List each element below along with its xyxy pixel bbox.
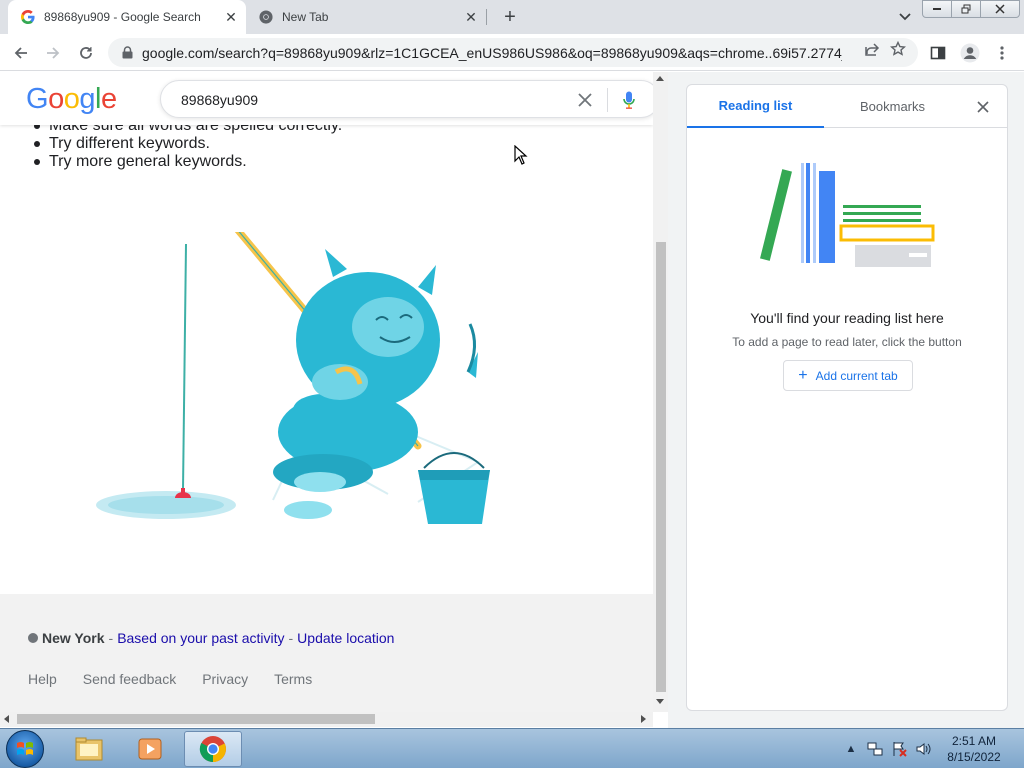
microphone-icon[interactable] <box>619 90 639 110</box>
tab-title: New Tab <box>282 10 329 24</box>
location-source-link[interactable]: Based on your past activity <box>117 630 284 646</box>
logo-letter: o <box>63 83 80 115</box>
side-panel-tabs: Reading list Bookmarks <box>687 85 1007 128</box>
search-box[interactable]: 89868yu909 <box>160 80 653 118</box>
update-location-link[interactable]: Update location <box>297 630 394 646</box>
browser-toolbar: google.com/search?q=89868yu909&rlz=1C1GC… <box>0 34 1024 71</box>
chrome-icon <box>199 736 226 763</box>
chrome-favicon-icon <box>258 9 274 25</box>
footer-link-terms[interactable]: Terms <box>274 671 312 687</box>
logo-letter: e <box>100 83 117 115</box>
google-header: Google 89868yu909 <box>0 72 653 125</box>
tab-new-tab[interactable]: New Tab ✕ <box>250 0 486 34</box>
add-current-tab-button[interactable]: + Add current tab <box>783 360 913 391</box>
location-line: New York - Based on your past activity -… <box>28 630 394 646</box>
logo-letter: G <box>26 83 49 115</box>
tab-bookmarks[interactable]: Bookmarks <box>824 85 961 128</box>
plus-icon: + <box>798 366 808 384</box>
search-suggestions: Make sure all words are spelled correctl… <box>33 117 342 171</box>
location-separator: - <box>108 630 114 646</box>
page-footer: New York - Based on your past activity -… <box>0 594 653 712</box>
url-text: google.com/search?q=89868yu909&rlz=1C1GC… <box>142 44 842 61</box>
start-button[interactable] <box>6 730 44 768</box>
chrome-taskbar-button[interactable] <box>184 731 242 767</box>
scroll-down-arrow-icon[interactable] <box>656 699 664 704</box>
close-tab-icon[interactable]: ✕ <box>460 6 482 28</box>
add-current-tab-label: Add current tab <box>815 368 898 383</box>
bookmark-star-icon[interactable] <box>890 41 906 57</box>
google-favicon-icon <box>20 9 36 25</box>
horizontal-scrollbar[interactable] <box>0 712 653 727</box>
windows-logo-icon <box>17 742 33 755</box>
vertical-scrollbar[interactable] <box>653 72 668 712</box>
footer-link-send-feedback[interactable]: Send feedback <box>83 671 176 687</box>
footer-link-help[interactable]: Help <box>28 671 57 687</box>
location-dot-icon <box>28 633 38 643</box>
show-hidden-icons-arrow-icon[interactable]: ▲ <box>843 741 859 757</box>
logo-letter: g <box>79 83 95 115</box>
horizontal-scroll-thumb[interactable] <box>17 714 375 724</box>
scroll-right-arrow-icon[interactable] <box>641 715 646 723</box>
clock-time: 2:51 AM <box>951 734 997 748</box>
location-name: New York <box>42 630 105 646</box>
folder-icon <box>75 737 103 761</box>
logo-letter: o <box>48 83 64 115</box>
reading-list-panel: Reading list Bookmarks You'll find your … <box>686 84 1008 711</box>
taskbar-clock[interactable]: 2:51 AM 8/15/2022 <box>940 733 1008 765</box>
action-center-flag-icon[interactable] <box>891 741 907 757</box>
reading-list-subtext: To add a page to read later, click the b… <box>732 335 962 349</box>
media-player-icon <box>138 738 162 760</box>
books-illustration <box>760 163 935 267</box>
footer-link-privacy[interactable]: Privacy <box>202 671 248 687</box>
back-arrow-icon[interactable] <box>8 40 34 66</box>
media-player-button[interactable] <box>121 731 179 767</box>
close-side-panel-icon[interactable] <box>973 97 993 117</box>
page-viewport: Google 89868yu909 Make sure all words ar… <box>0 72 653 712</box>
restore-button[interactable] <box>951 0 981 18</box>
footer-links: Help Send feedback Privacy Terms <box>28 671 338 687</box>
mouse-pointer-icon <box>514 145 528 165</box>
reading-list-heading: You'll find your reading list here <box>750 310 944 326</box>
tab-search-chevron-icon[interactable] <box>894 6 916 28</box>
share-icon[interactable] <box>864 41 880 57</box>
reload-icon[interactable] <box>73 40 99 66</box>
list-item: Try more general keywords. <box>33 153 342 171</box>
clear-search-icon[interactable] <box>575 90 595 110</box>
fishing-monster-illustration <box>96 232 490 524</box>
volume-speaker-icon[interactable] <box>915 741 931 757</box>
scroll-up-arrow-icon[interactable] <box>656 76 664 81</box>
search-divider <box>607 88 608 112</box>
network-icon[interactable] <box>867 741 883 757</box>
location-separator: - <box>288 630 294 646</box>
forward-arrow-icon[interactable] <box>40 40 66 66</box>
close-window-button[interactable] <box>980 0 1020 18</box>
address-bar[interactable]: google.com/search?q=89868yu909&rlz=1C1GC… <box>108 38 918 67</box>
close-tab-icon[interactable]: ✕ <box>220 6 242 28</box>
google-logo[interactable]: Google <box>26 83 117 116</box>
scroll-left-arrow-icon[interactable] <box>4 715 9 723</box>
menu-kebab-icon[interactable] <box>989 40 1015 66</box>
tab-separator <box>486 9 487 25</box>
side-panel-icon[interactable] <box>925 40 951 66</box>
tab-title: 89868yu909 - Google Search <box>44 10 201 24</box>
vertical-scroll-thumb[interactable] <box>656 242 666 692</box>
tab-reading-list[interactable]: Reading list <box>687 85 824 128</box>
tab-strip: 89868yu909 - Google Search ✕ New Tab ✕ + <box>0 0 1024 34</box>
file-explorer-button[interactable] <box>60 731 118 767</box>
window-controls <box>922 0 1020 18</box>
profile-avatar-icon[interactable] <box>957 40 983 66</box>
lock-icon[interactable] <box>120 46 134 60</box>
minimize-button[interactable] <box>922 0 952 18</box>
windows-taskbar: ▲ 2:51 AM 8/15/2022 <box>0 728 1024 768</box>
list-item: Try different keywords. <box>33 135 342 153</box>
clock-date: 8/15/2022 <box>947 750 1001 764</box>
tab-google-search[interactable]: 89868yu909 - Google Search ✕ <box>8 0 246 34</box>
search-input[interactable]: 89868yu909 <box>181 92 258 108</box>
new-tab-button[interactable]: + <box>498 5 522 29</box>
